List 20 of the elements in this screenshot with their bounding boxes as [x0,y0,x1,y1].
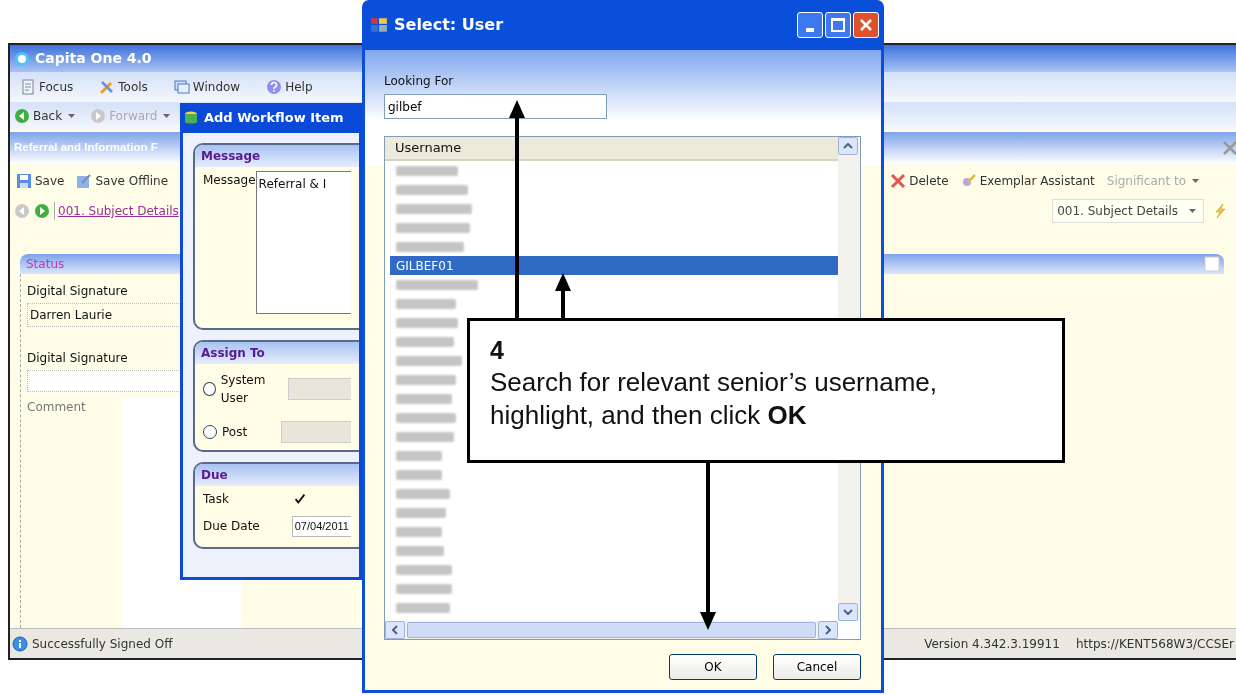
group-title: Message [195,145,359,167]
server-url: https://KENT568W3/CCSEr [1075,635,1234,653]
group-title: Assign To [195,342,359,364]
field-label: Digital Signature [27,283,128,300]
instruction-text: Search for relevant senior’s username, highlight, and then click OK [490,366,939,432]
step-number: 4 [490,335,505,366]
field-label: Digital Signature [27,350,128,367]
version-text: Version 4.342.3.19911 [924,635,1060,653]
field-label: Task [203,491,229,508]
window-title: Capita One 4.0 [35,49,152,68]
dialog-title: Add Workflow Item [204,109,344,128]
group-title: Due [195,464,359,486]
dialog-title: Select: User [394,14,504,36]
field-label: Message [203,172,256,189]
field-label: Due Date [203,518,260,536]
panel-title: Status [26,256,65,273]
page-title: Referral and Information F [14,140,158,156]
field-label: Comment [27,399,86,416]
status-message: Successfully Signed Off [32,635,173,653]
field-label: Looking For [384,73,455,90]
